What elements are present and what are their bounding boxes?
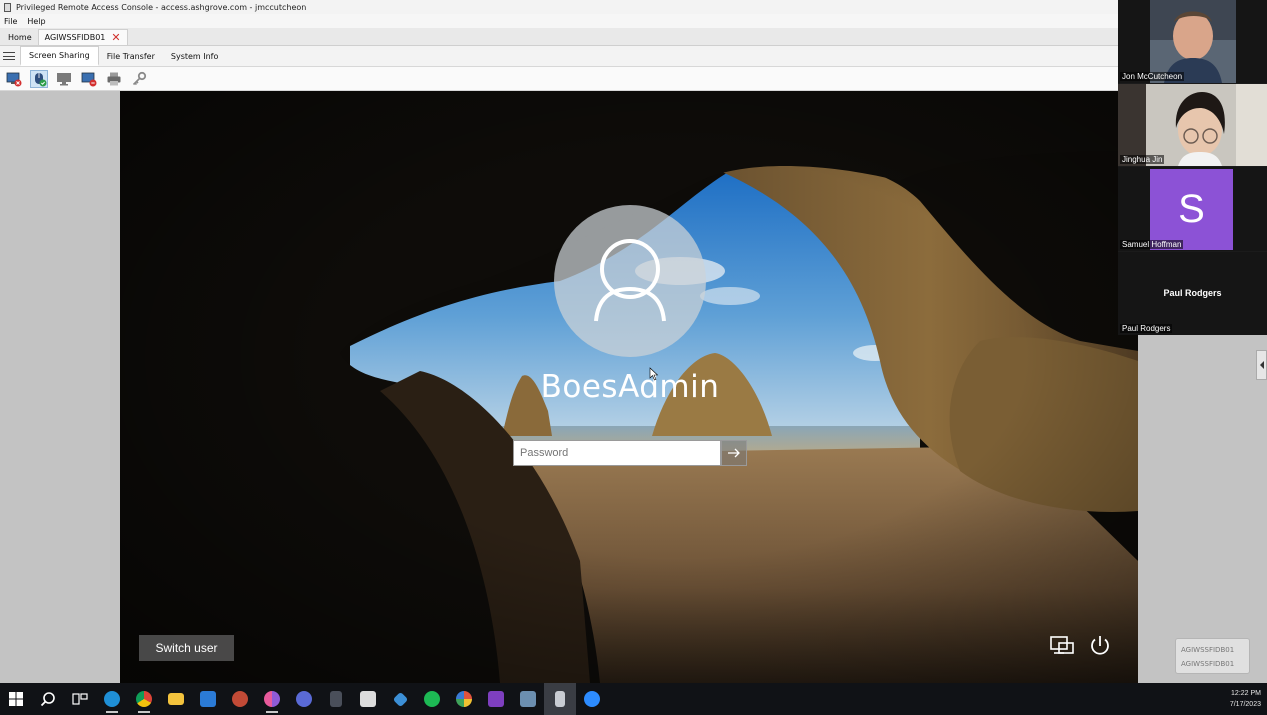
arrow-right-icon: [728, 448, 740, 458]
submit-arrow-button[interactable]: [721, 440, 747, 466]
windows-taskbar: 12:22 PM 7/17/2023: [0, 683, 1267, 715]
hamburger-menu-icon[interactable]: [2, 50, 16, 62]
participant-name: Jon McCutcheon: [1120, 72, 1185, 81]
participant-initial-avatar: S: [1150, 169, 1233, 250]
participant-name: Jinghua Jin: [1120, 155, 1165, 164]
remote-right-gutter: [1138, 335, 1267, 683]
menu-help[interactable]: Help: [27, 17, 45, 26]
spotify-icon[interactable]: [416, 683, 448, 715]
store-icon[interactable]: [192, 683, 224, 715]
privacy-screen-icon[interactable]: [80, 70, 98, 88]
vscode-icon[interactable]: [384, 683, 416, 715]
participant-tile-jon[interactable]: Jon McCutcheon: [1118, 0, 1267, 83]
participant-name: Samuel Hoffman: [1120, 240, 1184, 249]
taskbar-clock[interactable]: 12:22 PM 7/17/2023: [1230, 688, 1261, 710]
network-icon[interactable]: [1048, 632, 1076, 660]
remote-left-gutter: [0, 91, 120, 683]
app-icon[interactable]: [224, 683, 256, 715]
control-mouse-icon[interactable]: [30, 69, 48, 88]
snip-icon[interactable]: [352, 683, 384, 715]
calculator-icon[interactable]: [320, 683, 352, 715]
remote-access-icon[interactable]: [544, 683, 576, 715]
onenote-icon[interactable]: [480, 683, 512, 715]
screen: Privileged Remote Access Console - acces…: [0, 0, 1267, 715]
edge-icon[interactable]: [96, 683, 128, 715]
paint-icon[interactable]: [448, 683, 480, 715]
session-badge-line-1: AGIWSSFIDB01: [1181, 646, 1235, 654]
tab-session[interactable]: AGIWSSFIDB01 ✕: [37, 29, 128, 45]
tab-home[interactable]: Home: [2, 29, 38, 45]
user-silhouette-icon: [594, 239, 666, 322]
clock-date: 7/17/2023: [1229, 701, 1261, 708]
close-tab-icon[interactable]: ✕: [111, 32, 120, 43]
stop-sharing-icon[interactable]: [5, 70, 23, 88]
mouse-cursor-icon: [649, 366, 659, 385]
media-icon[interactable]: [288, 683, 320, 715]
screen-sharing-toolbar: [0, 67, 1118, 91]
clock-time: 12:22 PM: [1231, 690, 1261, 697]
search-icon[interactable]: [32, 683, 64, 715]
zoom-icon[interactable]: [576, 683, 608, 715]
chevron-left-icon: [1259, 361, 1264, 369]
key-icon[interactable]: [130, 70, 148, 88]
printer-icon[interactable]: [105, 70, 123, 88]
menu-bar: File Help: [0, 14, 1118, 28]
file-explorer-icon[interactable]: [160, 683, 192, 715]
session-badge-line-2: AGIWSSFIDB01: [1181, 660, 1235, 668]
remote-tool-icon[interactable]: [512, 683, 544, 715]
tab-home-label: Home: [8, 32, 32, 42]
session-subtabs: Screen Sharing File Transfer System Info: [0, 46, 1118, 67]
start-icon[interactable]: [0, 683, 32, 715]
tab-screen-sharing[interactable]: Screen Sharing: [20, 46, 99, 66]
participant-tile-paul[interactable]: Paul Rodgers Paul Rodgers: [1118, 252, 1267, 335]
video-participants-panel: Jon McCutcheon Jinghua Jin S Samuel Hoff…: [1118, 0, 1267, 335]
tab-file-transfer[interactable]: File Transfer: [99, 48, 163, 65]
window-title: Privileged Remote Access Console - acces…: [16, 2, 307, 12]
power-icon[interactable]: [1086, 632, 1114, 660]
session-badge: AGIWSSFIDB01 AGIWSSFIDB01: [1175, 638, 1250, 674]
participant-center-label: Paul Rodgers: [1163, 288, 1222, 298]
participant-video: [1118, 84, 1267, 166]
monitor-icon[interactable]: [55, 70, 73, 88]
session-tab-bar: Home AGIWSSFIDB01 ✕: [0, 28, 1118, 46]
chrome-profile-icon[interactable]: [256, 683, 288, 715]
participant-video: [1118, 0, 1267, 83]
user-avatar: [554, 205, 706, 357]
task-view-icon[interactable]: [64, 683, 96, 715]
sidebar-collapse-handle[interactable]: [1256, 350, 1267, 380]
lockscreen-username: BoesAdmin: [540, 369, 720, 405]
password-field[interactable]: [513, 440, 721, 466]
tab-system-info[interactable]: System Info: [163, 48, 227, 65]
switch-user-button[interactable]: Switch user: [139, 635, 234, 661]
chrome-icon[interactable]: [128, 683, 160, 715]
participant-tile-jinghua[interactable]: Jinghua Jin: [1118, 84, 1267, 166]
window-titlebar: Privileged Remote Access Console - acces…: [0, 0, 1118, 14]
participant-name: Paul Rodgers: [1120, 324, 1173, 333]
app-icon: [4, 2, 11, 12]
tab-session-label: AGIWSSFIDB01: [44, 33, 106, 42]
menu-file[interactable]: File: [4, 17, 17, 26]
remote-screen[interactable]: BoesAdmin Switch user: [120, 91, 1138, 683]
participant-tile-samuel[interactable]: S Samuel Hoffman: [1118, 167, 1267, 251]
